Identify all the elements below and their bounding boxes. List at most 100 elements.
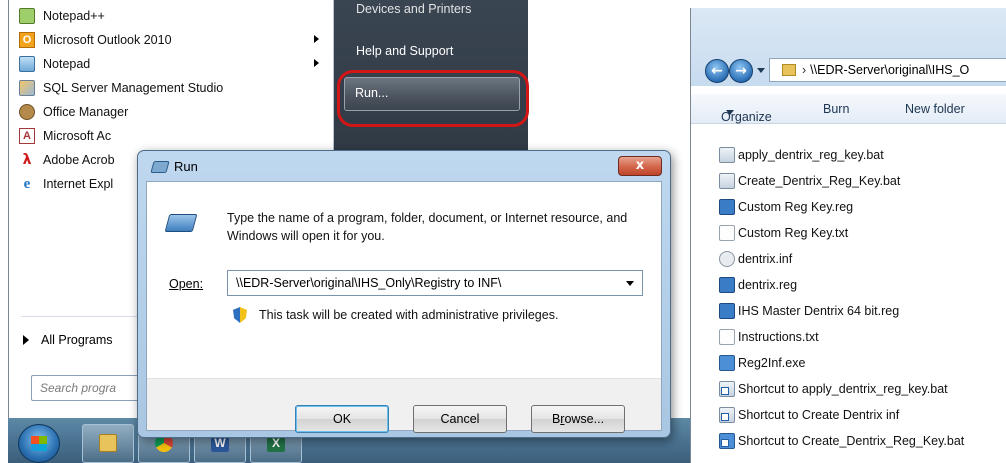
folder-icon xyxy=(99,434,117,452)
file-name: dentrix.inf xyxy=(738,252,793,266)
program-label: Internet Expl xyxy=(43,177,114,191)
chevron-down-icon xyxy=(726,110,734,115)
all-programs-button[interactable]: All Programs xyxy=(23,330,113,350)
list-item[interactable]: Reg2Inf.exe xyxy=(719,352,805,374)
file-name: Instructions.txt xyxy=(738,330,819,344)
submenu-arrow-icon xyxy=(314,35,319,43)
dialog-body: Type the name of a program, folder, docu… xyxy=(146,181,662,433)
breadcrumb-separator-icon: › xyxy=(802,63,807,77)
file-name: apply_dentrix_reg_key.bat xyxy=(738,148,884,162)
expand-arrow-icon xyxy=(23,335,29,345)
program-office-manager[interactable]: Office Manager xyxy=(13,100,331,124)
shortcut-icon xyxy=(719,407,735,423)
dialog-description: Type the name of a program, folder, docu… xyxy=(227,211,628,243)
program-outlook[interactable]: O Microsoft Outlook 2010 xyxy=(13,28,331,52)
open-value: \\EDR-Server\original\IHS_Only\Registry … xyxy=(236,276,502,290)
list-item[interactable]: Shortcut to Create Dentrix inf xyxy=(719,404,899,426)
program-label: Office Manager xyxy=(43,105,129,119)
registry-file-icon xyxy=(719,303,735,319)
folder-icon xyxy=(782,64,796,76)
access-icon: A xyxy=(19,128,35,144)
program-label: Notepad xyxy=(43,57,91,71)
list-item[interactable]: dentrix.inf xyxy=(719,248,792,270)
browse-label-suffix: owse... xyxy=(564,412,605,426)
program-label: Microsoft Outlook 2010 xyxy=(43,33,172,47)
cancel-button[interactable]: Cancel xyxy=(413,405,507,433)
explorer-header: ← → › \\EDR-Server\original\IHS_O xyxy=(691,8,1006,86)
file-name: IHS Master Dentrix 64 bit.reg xyxy=(738,304,900,318)
file-name: Shortcut to Create_Dentrix_Reg_Key.bat xyxy=(738,434,965,448)
list-item[interactable]: Shortcut to apply_dentrix_reg_key.bat xyxy=(719,378,948,400)
notepad-icon xyxy=(19,56,35,72)
windows-logo-icon xyxy=(31,436,47,451)
batch-file-icon xyxy=(719,147,735,163)
open-combobox[interactable]: \\EDR-Server\original\IHS_Only\Registry … xyxy=(227,270,643,296)
list-item[interactable]: Instructions.txt xyxy=(719,326,819,348)
dialog-title: Run xyxy=(174,159,198,174)
program-notepad[interactable]: Notepad xyxy=(13,52,331,76)
sql-server-icon xyxy=(19,80,35,96)
program-access[interactable]: A Microsoft Ac xyxy=(13,124,331,148)
run-icon xyxy=(164,214,198,232)
devices-and-printers-link[interactable]: Devices and Printers xyxy=(356,2,471,16)
dialog-title-bar[interactable]: Run xyxy=(150,159,198,174)
all-programs-label: All Programs xyxy=(41,333,113,347)
address-path: \\EDR-Server\original\IHS_O xyxy=(810,63,970,77)
explorer-taskbar-button[interactable] xyxy=(82,424,134,463)
executable-icon xyxy=(719,355,735,371)
forward-button[interactable]: → xyxy=(729,59,753,83)
start-button[interactable] xyxy=(18,424,60,463)
ok-button[interactable]: OK xyxy=(295,405,389,433)
list-item[interactable]: apply_dentrix_reg_key.bat xyxy=(719,144,884,166)
close-button[interactable]: x xyxy=(618,156,662,176)
file-name: dentrix.reg xyxy=(738,278,798,292)
office-manager-icon xyxy=(19,104,35,120)
program-label: Notepad++ xyxy=(43,9,105,23)
shortcut-icon xyxy=(719,381,735,397)
search-placeholder: Search progra xyxy=(40,381,117,395)
list-item[interactable]: Shortcut to Create_Dentrix_Reg_Key.bat xyxy=(719,430,964,452)
text-file-icon xyxy=(719,329,735,345)
program-sql-server[interactable]: SQL Server Management Studio xyxy=(13,76,331,100)
burn-button[interactable]: Burn xyxy=(823,102,849,116)
list-item[interactable]: Custom Reg Key.txt xyxy=(719,222,848,244)
list-item[interactable]: dentrix.reg xyxy=(719,274,797,296)
help-and-support-link[interactable]: Help and Support xyxy=(356,44,453,58)
list-item[interactable]: Create_Dentrix_Reg_Key.bat xyxy=(719,170,900,192)
list-item[interactable]: Custom Reg Key.reg xyxy=(719,196,853,218)
file-name: Custom Reg Key.txt xyxy=(738,226,849,240)
run-highlight-circle xyxy=(337,70,529,127)
close-icon: x xyxy=(635,158,645,173)
dialog-button-bar: OK Cancel Browse... xyxy=(147,378,661,433)
internet-explorer-icon: e xyxy=(23,176,31,192)
new-folder-button[interactable]: New folder xyxy=(905,102,965,116)
file-name: Create_Dentrix_Reg_Key.bat xyxy=(738,174,901,188)
forward-arrow-icon: → xyxy=(735,63,747,79)
file-name: Shortcut to Create Dentrix inf xyxy=(738,408,900,422)
setup-info-file-icon xyxy=(719,251,735,267)
explorer-window: ← → › \\EDR-Server\original\IHS_O Organi… xyxy=(690,8,1006,463)
shortcut-icon xyxy=(719,433,735,449)
browse-button[interactable]: Browse... xyxy=(531,405,625,433)
file-name: Custom Reg Key.reg xyxy=(738,200,854,214)
list-item[interactable]: IHS Master Dentrix 64 bit.reg xyxy=(719,300,899,322)
acrobat-icon: λ xyxy=(22,152,32,168)
open-label: Open: xyxy=(169,277,204,291)
file-name: Shortcut to apply_dentrix_reg_key.bat xyxy=(738,382,948,396)
registry-file-icon xyxy=(719,199,735,215)
back-arrow-icon: ← xyxy=(711,63,723,79)
uac-shield-icon xyxy=(233,307,247,323)
address-bar[interactable]: › \\EDR-Server\original\IHS_O xyxy=(769,58,1006,82)
back-button[interactable]: ← xyxy=(705,59,729,83)
text-file-icon xyxy=(719,225,735,241)
batch-file-icon xyxy=(719,173,735,189)
submenu-arrow-icon xyxy=(314,59,319,67)
registry-file-icon xyxy=(719,277,735,293)
run-dialog: Run x Type the name of a program, folder… xyxy=(137,150,671,438)
notepad-plus-plus-icon xyxy=(19,8,35,24)
outlook-icon: O xyxy=(19,32,35,48)
chevron-down-icon[interactable] xyxy=(626,281,634,286)
run-small-icon xyxy=(150,160,170,173)
program-notepad-plus-plus[interactable]: Notepad++ xyxy=(13,4,331,28)
recent-locations-chevron-icon[interactable] xyxy=(757,68,765,73)
